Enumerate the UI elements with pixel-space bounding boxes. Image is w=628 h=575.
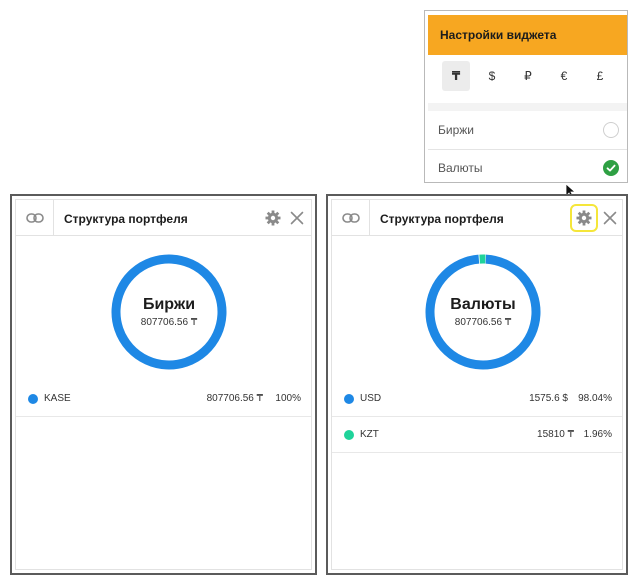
row-value: 15810 ₸ [537, 429, 574, 440]
list-item[interactable]: KASE 807706.56 ₸ 100% [16, 381, 311, 417]
close-icon [603, 211, 617, 225]
row-name: KASE [44, 393, 71, 404]
close-button[interactable] [600, 208, 620, 228]
widget-header: Структура портфеля [332, 200, 622, 236]
widget-title: Структура портфеля [380, 212, 504, 226]
list-item[interactable]: KZT 15810 ₸ 1.96% [332, 417, 622, 453]
settings-button[interactable] [570, 204, 598, 232]
currency-dollar-button[interactable]: $ [478, 61, 506, 91]
widget-title: Структура портфеля [64, 212, 188, 226]
row-name: USD [360, 393, 382, 404]
gear-icon [576, 210, 592, 226]
legend-dot [344, 430, 354, 440]
option-currencies-label: Валюты [438, 161, 483, 175]
settings-title: Настройки виджета [428, 15, 627, 55]
settings-button[interactable] [263, 208, 283, 228]
row-value: 1575.6 $ [529, 393, 568, 404]
option-currencies[interactable]: Валюты [428, 149, 627, 182]
donut-center-label: Биржи [142, 296, 196, 313]
link-icon [342, 213, 360, 223]
row-percent: 1.96% [583, 429, 612, 440]
settings-divider [428, 103, 627, 111]
gear-icon [265, 210, 281, 226]
row-percent: 98.04% [578, 393, 612, 404]
currency-euro-button[interactable]: € [550, 61, 578, 91]
donut-center-label: Валюты [450, 296, 516, 313]
portfolio-widget-exchanges: Структура портфеля Биржи 807706.56 ₸ KAS… [10, 194, 317, 575]
link-icon [26, 213, 44, 223]
list-item[interactable]: USD 1575.6 $ 98.04% [332, 381, 622, 417]
option-exchanges-radio[interactable] [603, 122, 619, 138]
widget-settings-popup: Настройки виджета ₸ $ ₽ € £ Биржи Валюты [424, 10, 628, 183]
option-exchanges[interactable]: Биржи [428, 111, 627, 151]
link-button[interactable] [332, 200, 370, 236]
currency-pound-button[interactable]: £ [586, 61, 614, 91]
widget-header: Структура портфеля [16, 200, 311, 236]
widget-body: Структура портфеля [15, 199, 312, 570]
donut-center-value: 807706.56 ₸ [454, 317, 512, 328]
close-icon [290, 211, 304, 225]
legend-dot [344, 394, 354, 404]
widget-body: Структура портфеля [331, 199, 623, 570]
currency-tenge-button[interactable]: ₸ [442, 61, 470, 91]
link-button[interactable] [16, 200, 54, 236]
option-exchanges-label: Биржи [438, 123, 474, 137]
row-percent: 100% [275, 393, 301, 404]
donut-center-value: 807706.56 ₸ [140, 317, 198, 328]
row-name: KZT [360, 429, 379, 440]
legend-dot [28, 394, 38, 404]
row-value: 807706.56 ₸ [206, 393, 263, 404]
portfolio-widget-currencies: Структура портфеля Валюты 807706.56 ₸ US… [326, 194, 628, 575]
close-button[interactable] [287, 208, 307, 228]
currency-ruble-button[interactable]: ₽ [514, 61, 542, 91]
check-icon[interactable] [603, 160, 619, 176]
